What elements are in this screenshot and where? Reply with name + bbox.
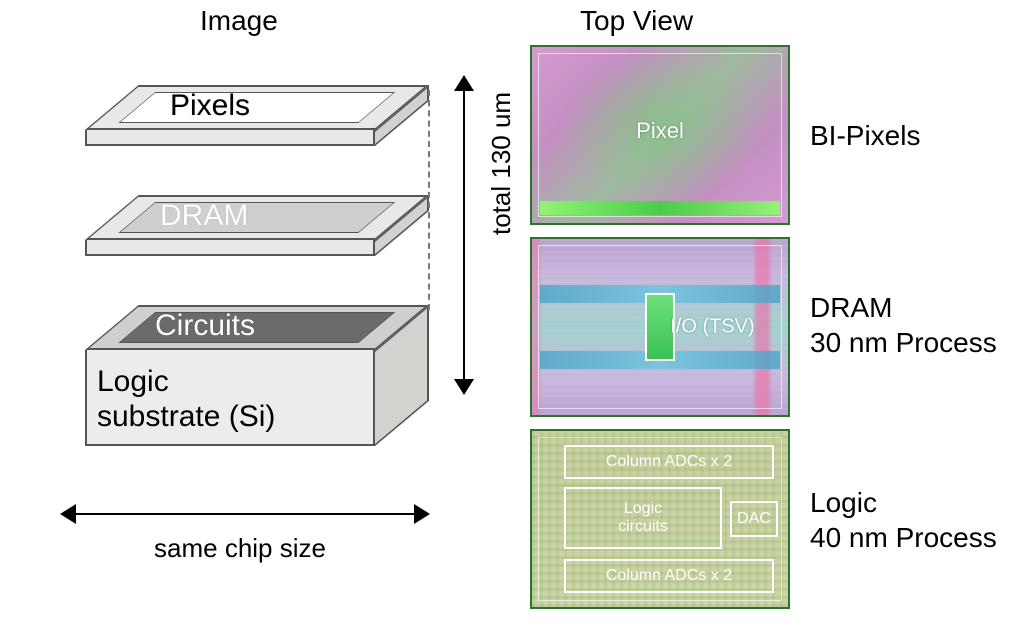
layer-pixels-label: Pixels xyxy=(170,89,250,123)
logic-dac-box: DAC xyxy=(730,501,778,537)
width-arrow xyxy=(60,500,430,528)
panel-pixel-side: BI-Pixels xyxy=(810,120,920,152)
logic-adcs-top-box: Column ADCs x 2 xyxy=(564,445,774,479)
figure: Image Top View Pixels DRAM Circuits Logi… xyxy=(0,0,1024,627)
right-title: Top View xyxy=(580,5,693,37)
panel-dram-overlay: I/O (TSV) xyxy=(670,316,754,339)
layer-dram-label: DRAM xyxy=(160,199,248,233)
left-title: Image xyxy=(200,5,278,37)
logic-circuits-box: Logic circuits xyxy=(564,487,722,549)
height-arrow xyxy=(450,75,478,395)
substrate-label: Logic substrate (Si) xyxy=(97,365,275,434)
panel-pixel-overlay: Pixel xyxy=(636,118,684,144)
panel-dram: I/O (TSV) xyxy=(530,237,790,417)
layer-circuits-label: Circuits xyxy=(155,309,255,343)
panel-logic-side: Logic 40 nm Process xyxy=(810,485,997,555)
panel-logic: Column ADCs x 2 Logic circuits DAC Colum… xyxy=(530,429,790,609)
panel-pixel: Pixel xyxy=(530,45,790,225)
height-caption: total 130 um xyxy=(486,92,517,235)
logic-adcs-bot-box: Column ADCs x 2 xyxy=(564,559,774,593)
width-caption: same chip size xyxy=(110,533,370,564)
panel-dram-side: DRAM 30 nm Process xyxy=(810,290,997,360)
exploded-stack: Pixels DRAM Circuits Logic substrate (Si… xyxy=(25,65,455,495)
